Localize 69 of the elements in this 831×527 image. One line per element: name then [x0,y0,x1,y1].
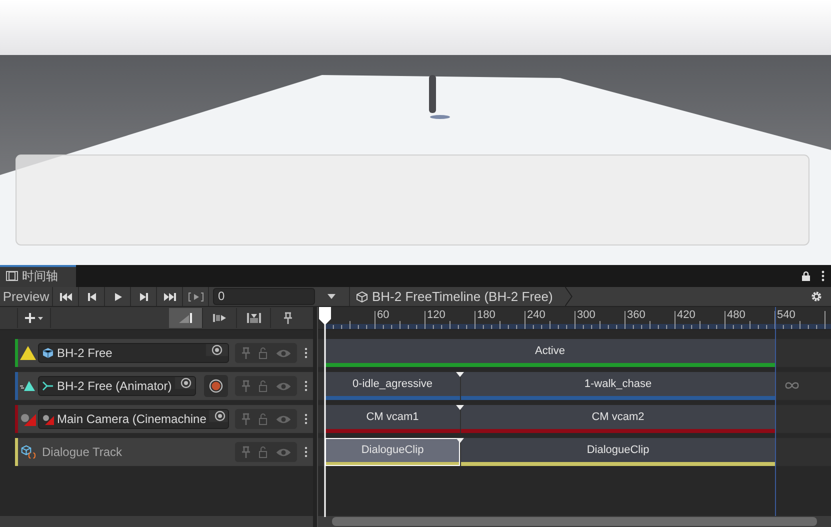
track-name: Dialogue Track [42,445,122,459]
step-back-icon [88,292,96,300]
infinity-icon [785,382,799,389]
timeline-clip[interactable]: CM vcam1 [325,405,460,433]
ruler-label: 300 [577,309,596,321]
insert-down-icon [246,313,260,323]
skip-forward-icon [164,292,176,300]
clip-marker-icon [456,438,464,443]
ruler-label: 120 [427,309,446,321]
track-header[interactable]: BH-2 Free (Animator) [15,372,313,400]
timeline-clip[interactable]: DialogueClip [461,438,775,466]
plus-caret-icon [25,313,43,323]
binding-field[interactable]: Main Camera (Cinemachine [38,409,229,429]
track-header[interactable]: Main Camera (Cinemachine [15,405,313,433]
play-icon [114,292,122,300]
target-icon[interactable] [174,377,195,389]
time-ruler[interactable]: 60 120 180 240 300 360 420 480 540 [318,307,831,330]
ruler-label: 180 [477,309,496,321]
more-icon[interactable] [304,446,308,458]
timeline-clip[interactable]: DialogueClip [325,438,460,466]
ramp-icon [178,313,192,323]
ruler-label: 540 [777,309,796,321]
timeline-tab[interactable]: 时间轴 [0,265,76,287]
more-icon[interactable] [821,270,825,282]
step-forward-icon [140,292,148,300]
camera-icon [20,412,36,426]
frame-field[interactable]: 0 [213,288,315,305]
cube-icon [20,445,36,459]
skip-back-icon [60,292,72,300]
track-header[interactable]: Dialogue Track [15,438,313,466]
triangle-icon [20,379,36,393]
clip-marker-icon [456,405,464,410]
cube-icon [356,290,368,302]
cube-icon [42,347,54,359]
timeline-clip[interactable]: 1-walk_chase [461,372,775,400]
record-button[interactable] [204,375,228,397]
ruler-label: 240 [527,309,546,321]
playhead[interactable] [318,307,332,517]
target-icon[interactable] [206,344,228,356]
animator-icon [42,380,54,392]
settings-icon[interactable] [811,291,822,302]
caret-icon[interactable] [327,294,336,299]
breadcrumb[interactable]: BH-2 FreeTimeline (BH-2 Free) [349,287,553,306]
ruler-label: 60 [377,309,390,321]
target-icon[interactable] [209,410,228,422]
ruler-label: 360 [627,309,646,321]
push-right-icon [212,313,226,323]
mix-mode-button[interactable] [169,308,203,328]
film-icon [6,271,18,281]
clip-marker-icon [456,372,464,377]
more-icon[interactable] [304,413,308,425]
timeline-clip[interactable]: Active [325,339,775,367]
ruler-label: 480 [727,309,746,321]
timeline-clip[interactable]: 0-idle_agressive [325,372,460,400]
ruler-label: 420 [677,309,696,321]
pin-icon [284,312,292,324]
timeline-clip[interactable]: CM vcam2 [461,405,775,433]
lock-icon[interactable] [801,271,811,281]
triangle-icon [20,346,36,360]
more-icon[interactable] [304,347,308,359]
play-range-icon [188,292,204,302]
more-icon[interactable] [304,380,308,392]
camera-icon [42,413,54,425]
binding-field[interactable]: BH-2 Free [38,343,229,363]
record-icon [209,379,223,393]
horizontal-scrollbar[interactable] [318,516,831,527]
binding-field[interactable]: BH-2 Free (Animator) [38,376,196,396]
track-header[interactable]: BH-2 Free [15,339,313,367]
end-marker[interactable] [775,307,776,516]
